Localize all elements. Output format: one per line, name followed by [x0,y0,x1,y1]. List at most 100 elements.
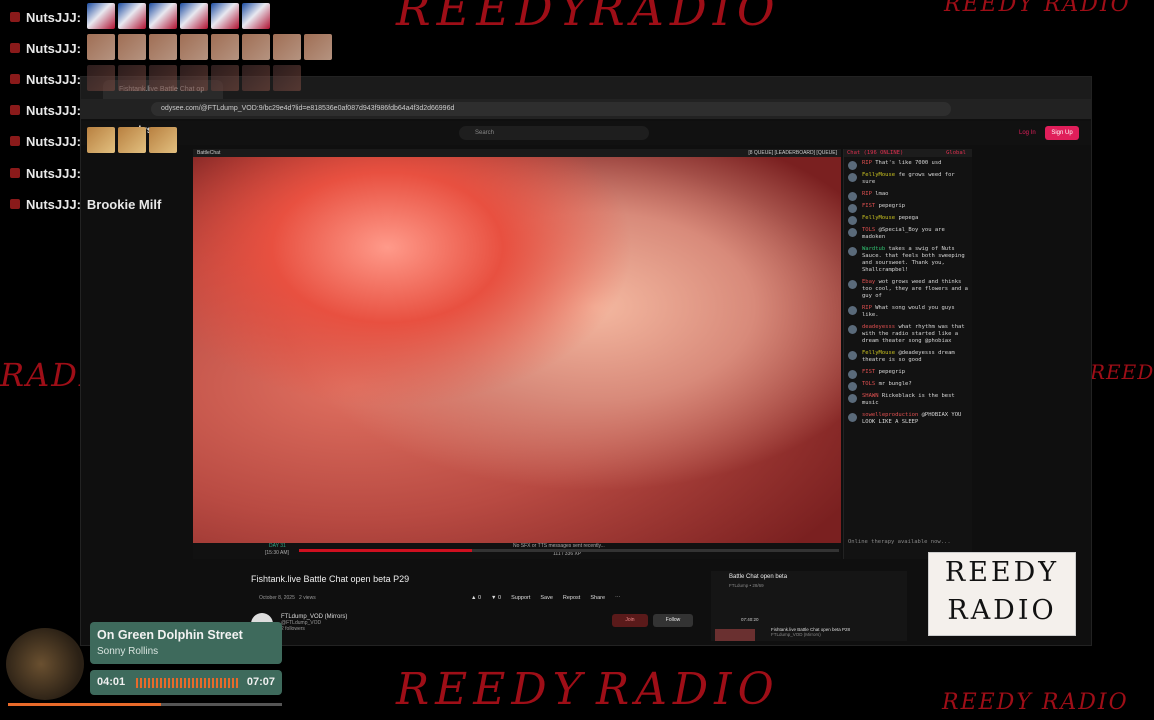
like-button[interactable]: ▲ 0 [471,595,481,601]
avatar[interactable] [848,228,857,237]
video-header-left: BattleChat [197,150,221,156]
video-actions: ▲ 0 ▼ 0 Support Save Repost Share ⋯ [471,595,621,601]
share-button[interactable]: Share [590,595,605,601]
playlist-panel: Battle Chat open beta FTLdump • 28/69 07… [711,571,907,641]
repost-button[interactable]: Repost [563,595,580,601]
user-badge-icon [10,43,20,53]
chat-username[interactable]: deadeyesss [862,324,895,330]
search-input[interactable]: Search [459,126,649,140]
site-header: odysee Search Log In Sign Up [81,121,1091,145]
chat-message: FellyMouse fe grows weed for sure [844,169,972,188]
emote-icon [86,64,115,91]
user-badge-icon [10,199,20,209]
chat-message: FellyMouse pepega [844,212,972,225]
emote-icon [148,2,177,29]
logo-line-1: REEDY [944,557,1060,588]
chat-text: wot grows weed and thinks too cool, they… [862,279,968,299]
channel-followers: 2 followers [281,626,305,632]
chat-username[interactable]: sowelleproduction [862,412,918,418]
song-progress-bar [8,703,282,706]
more-icon[interactable]: ⋯ [615,595,621,601]
overlay-chat-row: NutsJJJ: [10,2,273,32]
emote-icon [303,33,332,60]
chat-message: TOLS @Special_Boy you are madoken [844,224,972,243]
overlay-chat-row: NutsJJJ: Brookie Milf [10,191,161,217]
video-title: Fishtank.live Battle Chat open beta P29 [251,574,410,584]
join-button[interactable]: Join [612,614,648,627]
chat-text: pepegrip [878,369,906,375]
overlay-message: Brookie Milf [86,196,162,212]
video-timestamp: [15:30 AM] [265,550,289,556]
follow-button[interactable]: Follow [653,614,693,627]
overlay-chat-row: NutsJJJ: [10,64,304,94]
chat-username[interactable]: RIP [862,305,872,311]
chat-username[interactable]: SHAWN [862,393,879,399]
playlist-item[interactable]: Fishtank.live Battle Chat open beta P28 … [771,627,850,637]
chat-username[interactable]: TOLS [862,227,875,233]
scrawl-radio-bottom: RADIO [596,664,780,715]
emote-icon [117,126,146,153]
chat-message: RIP That's like 7000 usd [844,157,972,170]
chat-username[interactable]: TOLS [862,381,875,387]
chat-message: RIP lmao [844,188,972,201]
emote-icon [179,64,208,91]
scrawl-radio-top: RADIO [590,0,781,36]
scrawl-reedy-top: REEDY [396,0,596,36]
chat-username[interactable]: FellyMouse [862,215,895,221]
album-art [6,628,84,700]
avatar[interactable] [848,306,857,315]
channel-info: FTLdump_VOD (Mirrors) @FTLdump_VOD 2 fol… [281,614,347,632]
avatar[interactable] [848,413,857,422]
avatar[interactable] [848,394,857,403]
avatar[interactable] [848,325,857,334]
chat-text: mr bungle? [878,381,912,387]
chat-username[interactable]: FellyMouse [862,172,895,178]
avatar[interactable] [848,351,857,360]
chat-header-right[interactable]: Global [946,149,966,157]
chat-text: lmao [875,191,889,197]
save-button[interactable]: Save [540,595,553,601]
signup-button[interactable]: Sign Up [1045,126,1079,140]
chat-header: Chat (196 ONLINE) Global [844,149,972,157]
emote-icon [117,2,146,29]
chat-message: sowelleproduction @PHOBIAX YOU LOOK LIKE… [844,409,972,428]
playlist-thumbnail[interactable] [715,629,755,641]
avatar[interactable] [848,280,857,289]
avatar[interactable] [848,247,857,256]
overlay-emotes [86,2,273,32]
chat-message: FIST pepegrip [844,366,972,379]
avatar[interactable] [848,173,857,182]
emote-icon [210,64,239,91]
chat-username[interactable]: Ebay [862,279,875,285]
chat-username[interactable]: FellyMouse [862,350,895,356]
video-header: BattleChat [8 QUEUE] [LEADERBOARD] [QUEU… [193,149,841,157]
user-badge-icon [10,12,20,22]
song-artist: Sonny Rollins [97,646,159,657]
chat-username[interactable]: FIST [862,369,875,375]
waveform [136,678,238,688]
scrawl-side-right: REEDY RADIO [1090,360,1154,384]
chat-username[interactable]: FIST [862,203,875,209]
user-badge-icon [10,74,20,84]
login-link[interactable]: Log In [1019,126,1036,140]
overlay-chat-row: NutsJJJ: [10,97,87,123]
chat-username[interactable]: RIP [862,160,872,166]
emote-icon [86,126,115,153]
overlay-emotes [86,64,304,94]
chat-message: RIP What song would you guys like. [844,302,972,321]
playlist-item-channel: FTLdump_VOD (Mirrors) [771,632,821,637]
video-player[interactable]: BattleChat [8 QUEUE] [LEADERBOARD] [QUEU… [193,149,841,543]
emote-icon [86,33,115,60]
emote-icon [241,33,270,60]
overlay-emotes [86,33,335,63]
support-button[interactable]: Support [511,595,530,601]
chat-username[interactable]: RIP [862,191,872,197]
chat-text: pepega [898,215,919,221]
url-field[interactable]: odysee.com/@FTLdump_VOD:9/bc29e4d?lid=e8… [151,102,951,116]
video-views: 2 views [299,595,316,601]
chat-message: deadeyesss what rhythm was that with the… [844,321,972,347]
chat-username[interactable]: Wardtub [862,246,885,252]
emote-icon [117,33,146,60]
dislike-button[interactable]: ▼ 0 [491,595,501,601]
chat-message: Ebay wot grows weed and thinks too cool,… [844,276,972,302]
